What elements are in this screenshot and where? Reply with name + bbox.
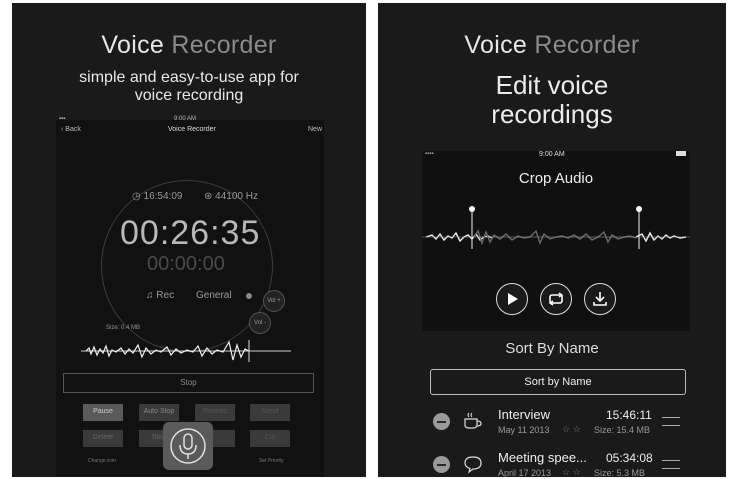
status-time: 9:00 AM [539,151,565,158]
signal-icon: ▪▪▪▪ [425,151,434,157]
recording-waveform [81,340,291,362]
reorder-handle-icon[interactable] [662,417,680,426]
battery-icon [676,151,686,156]
headline-line-1: Edit voice [495,70,609,100]
left-screenshot-panel: Voice Recorder simple and easy-to-use ap… [12,3,366,477]
coffee-cup-icon [464,412,482,429]
brand-word-recorder: Recorder [527,31,640,59]
recording-name: Meeting spee... [498,450,587,465]
size-label: Size: 0.4 MB [106,325,141,331]
play-icon [508,293,518,305]
crop-start-handle[interactable] [469,206,475,212]
general-label[interactable]: General [196,290,232,301]
download-icon [593,292,607,306]
delete-row-button[interactable] [433,413,450,430]
cut-button[interactable]: Cut [250,430,290,447]
microphone-icon [170,428,206,464]
footer-right-label[interactable]: Set Priority [259,458,283,464]
vol-minus-button[interactable]: Vol - [249,312,271,334]
footer-left-label[interactable]: Change icon [88,458,116,464]
brand-title: Voice Recorder [12,31,366,60]
send-button[interactable]: Send [250,404,290,421]
rewrite-button[interactable]: Rewrite [195,404,235,421]
rating-stars[interactable]: ☆ ☆ [562,467,581,477]
recording-duration: 15:46:11 [606,408,652,422]
mic-icon: ♫ [146,290,154,301]
recording-size: Size: 15.4 MB [594,425,651,435]
elapsed-clock-value: 16:54:09 [143,191,183,202]
list-item[interactable]: Meeting spee... 05:34:08 April 17 2013 ☆… [422,448,690,477]
auto-stop-button[interactable]: Auto Stop [139,404,179,421]
play-button[interactable] [496,283,528,315]
repeat-icon [548,292,564,306]
delete-button[interactable]: Delete [83,430,123,447]
vol-plus-button[interactable]: Vol + [263,290,285,312]
reorder-handle-icon[interactable] [662,460,680,469]
recording-name: Interview [498,407,551,422]
elapsed-clock: ◷ 16:54:09 [132,191,182,202]
brand-word-recorder: Recorder [164,31,277,59]
recording-duration: 05:34:08 [606,451,653,465]
repeat-button[interactable] [540,283,572,315]
tagline-line-2: voice recording [134,87,244,104]
sort-by-name-button[interactable]: Sort by Name [430,369,686,395]
back-label: Back [65,126,81,133]
dial-handle[interactable] [246,293,252,299]
brand-word-voice: Voice [101,31,165,59]
download-button[interactable] [584,283,616,315]
recording-date: April 17 2013 [498,468,552,477]
new-button[interactable]: New [308,126,322,133]
delete-row-button[interactable] [433,456,450,473]
crop-audio-title: Crop Audio [518,170,594,187]
stop-button[interactable]: Stop [63,373,314,393]
back-button[interactable]: ‹ Back [61,126,81,133]
rate-icon: ⊛ [204,191,213,202]
main-timer: 00:26:35 [120,214,261,252]
sort-heading: Sort By Name [505,340,599,357]
rating-stars[interactable]: ☆ ☆ [562,424,581,435]
right-screenshot-panel: Voice Recorder Edit voice recordings ▪▪▪… [378,3,726,477]
crop-end-handle[interactable] [636,206,642,212]
sample-rate-value: 44100 Hz [215,191,258,202]
tagline-line-1: simple and easy-to-use app for [79,69,299,86]
sample-rate: ⊛ 44100 Hz [204,191,258,202]
recording-date: May 11 2013 [498,425,550,435]
recording-size: Size: 5.3 MB [594,468,646,477]
phone-device-preview: ▪▪▪▪ 9:00 AM Crop Audio [422,151,690,331]
headline-line-2: recordings [491,99,613,129]
rec-label: Rec [156,290,175,301]
status-time: 9:00 AM [174,116,197,122]
signal-icon: ▪▪▪ [59,116,66,122]
app-mic-icon [163,422,213,470]
secondary-timer: 00:00:00 [147,253,225,275]
brand-word-voice: Voice [464,31,528,59]
speech-bubble-icon [464,456,482,474]
brand-title: Voice Recorder [378,31,726,60]
device-title: Voice Recorder [168,126,216,133]
clock-icon: ◷ [132,191,141,202]
pause-button[interactable]: Pause [83,404,123,421]
rec-toggle[interactable]: ♫ Rec [146,290,174,301]
list-item[interactable]: Interview 15:46:11 May 11 2013 ☆ ☆ Size:… [422,405,690,438]
crop-waveform [422,206,690,249]
